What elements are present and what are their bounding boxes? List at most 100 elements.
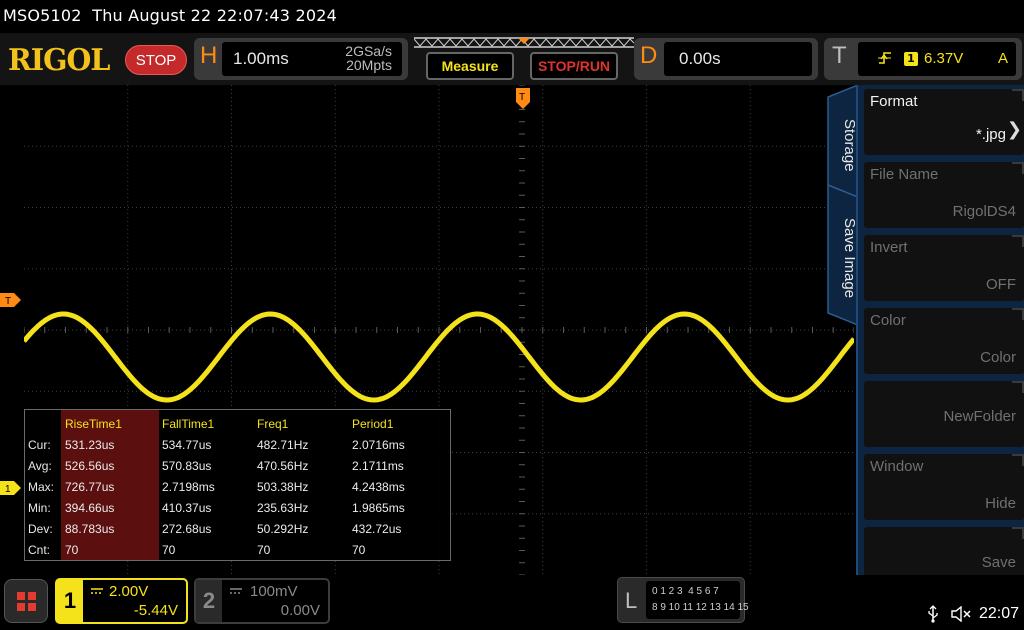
measurement-column-header[interactable]: Freq1 (257, 417, 288, 431)
logic-letter: L (625, 588, 638, 613)
trigger-letter: T (832, 42, 847, 69)
measurement-value: 70 (352, 543, 366, 557)
window-title: MSO5102 Thu August 22 22:07:43 2024 (3, 6, 337, 25)
measurement-value: 394.66us (65, 501, 115, 515)
memory-depth: 20Mpts (346, 57, 392, 73)
measurement-table[interactable]: RiseTime1 FallTime1 Freq1 Period1 Cur: 531.23… (24, 409, 451, 561)
measurement-value: 470.56Hz (257, 459, 309, 473)
channel2-number: 2 (196, 580, 222, 622)
measure-button[interactable]: Measure (426, 52, 514, 80)
format-value: *.jpg (975, 126, 1006, 143)
save-label: Save (981, 554, 1016, 571)
measurement-value: 726.77us (65, 480, 115, 494)
logic-analyzer-settings[interactable]: L 0 1 2 3 4 5 6 7 8 9 10 11 12 13 14 15 (617, 577, 749, 623)
format-label: Format (870, 93, 918, 110)
menu-icon (17, 592, 25, 600)
measurement-value: 570.83us (162, 459, 212, 473)
measurement-value: 432.72us (352, 522, 402, 536)
invert-value: OFF (986, 276, 1016, 293)
softkey-corner (1012, 308, 1024, 320)
measurement-value: 2.1711ms (352, 459, 404, 473)
delay-value: 0.00s (679, 49, 721, 68)
softkey-corner (1012, 89, 1024, 101)
speaker-mute-icon[interactable] (951, 606, 971, 622)
file-name-label: File Name (870, 166, 939, 183)
rigol-logo: RIGOL (8, 43, 110, 78)
trigger-marker-label: T (5, 296, 11, 307)
measurement-value: 88.783us (65, 522, 115, 536)
channel1-offset-marker[interactable]: 1 (0, 481, 22, 495)
measurement-value: 526.56us (65, 459, 115, 473)
invert-label: Invert (870, 239, 908, 256)
file-name-softkey[interactable]: File Name RigolDS4 (864, 162, 1024, 228)
stop-run-button[interactable]: STOP/RUN (530, 52, 618, 80)
channel2-settings[interactable]: 2 100mV 0.00V (194, 578, 330, 624)
trigger-level: 6.37V (924, 50, 964, 67)
channel1-number: 1 (57, 580, 83, 622)
menu-icon-square (28, 592, 36, 600)
measurement-value: 50.292Hz (257, 522, 309, 536)
system-clock: 22:07 (978, 605, 1019, 622)
timebase-value: 1.00ms (233, 49, 289, 68)
trigger-source-badge: 1 (904, 52, 918, 66)
softkey-corner (1012, 381, 1024, 393)
logic-channels-row1: 0 1 2 3 4 5 6 7 (652, 586, 719, 597)
softkey-corner (1012, 162, 1024, 174)
window-softkey[interactable]: Window Hide (864, 454, 1024, 520)
trigger-settings[interactable]: T 1 6.37V A (824, 38, 1022, 80)
measurement-row-label: Min: (28, 501, 51, 515)
top-toolbar: RIGOL STOP H 1.00ms 2GSa/s 20Mpts Measur… (0, 33, 1024, 85)
menu-icon-square (28, 603, 36, 611)
measurement-value: 2.0716ms (352, 438, 405, 452)
file-name-value: RigolDS4 (952, 203, 1016, 220)
trigger-position-label: T (519, 92, 525, 103)
tab-save-image[interactable]: Save Image (824, 203, 858, 313)
measurement-value: 1.9865ms (352, 501, 405, 515)
measurement-column-header[interactable]: Period1 (352, 417, 393, 431)
channel2-offset: 0.00V (280, 602, 320, 619)
horizontal-settings[interactable]: H 1.00ms 2GSa/s 20Mpts (194, 38, 408, 80)
dc-coupling-icon (91, 588, 103, 594)
acquisition-info: 2GSa/s 20Mpts (345, 44, 392, 72)
measurement-value: 531.23us (65, 438, 115, 452)
measurement-value: 4.2438ms (352, 480, 405, 494)
measurement-row-label: Avg: (28, 459, 52, 473)
trigger-position-marker[interactable]: T (516, 88, 530, 110)
measurement-value: 70 (257, 543, 271, 557)
measurement-row-label: Cnt: (28, 543, 51, 557)
chevron-right-icon: ❯ (1006, 119, 1022, 140)
color-value: Color (980, 349, 1016, 366)
invert-softkey[interactable]: Invert OFF (864, 235, 1024, 301)
delay-display: 0.00s (664, 42, 812, 76)
trigger-mode: A (997, 50, 1008, 67)
measurement-value: 2.7198ms (162, 480, 215, 494)
run-state-button[interactable]: STOP (125, 45, 187, 75)
measurement-column-header[interactable]: FallTime1 (162, 417, 214, 431)
delay-settings[interactable]: D 0.00s (634, 38, 818, 80)
channel1-marker-label: 1 (5, 484, 11, 495)
trigger-level-marker[interactable]: T (0, 293, 22, 307)
tab-storage[interactable]: Storage (824, 105, 858, 185)
window-label: Window (870, 458, 924, 475)
side-menu-tabs: Storage Save Image (824, 85, 858, 325)
channel1-offset: -5.44V (133, 602, 178, 619)
trigger-display: 1 6.37V A (858, 42, 1016, 76)
logic-channels-row2: 8 9 10 11 12 13 14 15 (652, 602, 749, 613)
measurement-value: 482.71Hz (257, 438, 309, 452)
measurement-value: 70 (162, 543, 176, 557)
measurement-row-label: Dev: (28, 522, 53, 536)
horizontal-display: 1.00ms 2GSa/s 20Mpts (222, 42, 402, 76)
channel1-settings[interactable]: 1 2.00V -5.44V (55, 578, 188, 624)
color-softkey[interactable]: Color Color (864, 308, 1024, 374)
measurement-row-label: Max: (28, 480, 55, 494)
main-menu-button[interactable] (4, 579, 48, 623)
measurement-value: 534.77us (162, 438, 212, 452)
softkey-corner (1012, 235, 1024, 247)
softkey-corner (1012, 454, 1024, 466)
new-folder-softkey[interactable]: NewFolder (864, 381, 1024, 447)
measurement-value: 235.63Hz (257, 501, 309, 515)
dc-coupling-icon (230, 588, 242, 594)
measurement-column-header[interactable]: RiseTime1 (65, 417, 122, 431)
measurement-value: 410.37us (162, 501, 212, 515)
format-softkey[interactable]: Format *.jpg ❯ (864, 89, 1024, 155)
